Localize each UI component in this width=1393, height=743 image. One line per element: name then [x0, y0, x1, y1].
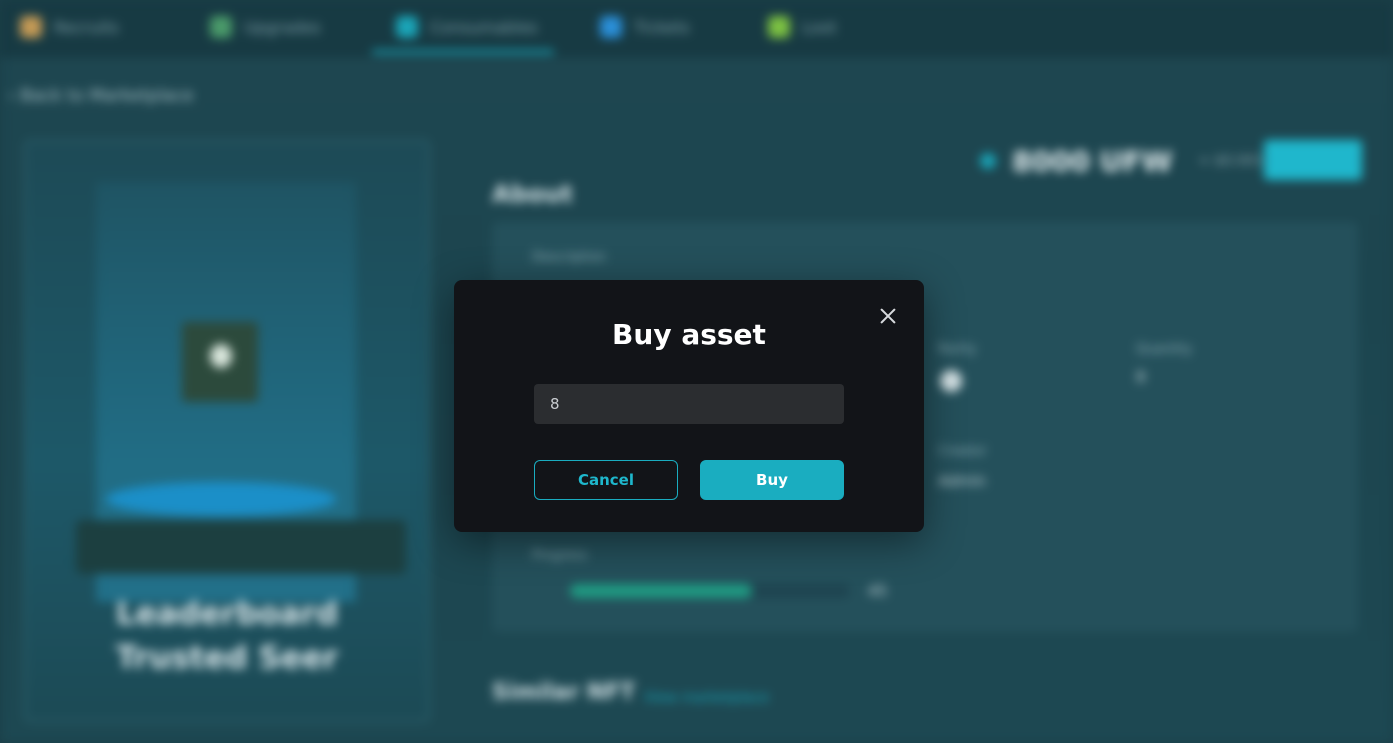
stat-value: Admin: [938, 472, 986, 490]
cancel-button[interactable]: Cancel: [534, 460, 678, 500]
stat-value: 8: [1136, 368, 1146, 386]
back-link[interactable]: ‹ Back to Marketplace: [8, 86, 194, 106]
nft-card: Leaderboard Trusted Seer: [24, 140, 430, 722]
nav-item-upgrades[interactable]: Upgrades: [210, 14, 321, 40]
similar-heading: Similar NFT: [492, 680, 636, 705]
nav-active-indicator: [372, 50, 554, 54]
price-row: 8000 UFW ≈ $0.0016: [980, 140, 1273, 182]
stat-label: Creator: [938, 444, 987, 459]
nav-item-consumables[interactable]: Consumables: [396, 14, 538, 40]
nav-item-recruits[interactable]: Recruits: [20, 14, 119, 40]
nft-title: Leaderboard Trusted Seer: [115, 596, 339, 676]
nav-item-label: Recruits: [54, 17, 119, 37]
stat-label: Rarity: [938, 342, 977, 357]
progress-bar-fill: [570, 584, 752, 598]
progress-bar: [570, 584, 850, 598]
progress-label: Progress: [532, 548, 588, 563]
potion-icon: [396, 16, 418, 38]
nft-image: [182, 322, 258, 402]
nav-item-loot[interactable]: Loot: [768, 14, 836, 40]
buy-now-button[interactable]: [1264, 140, 1362, 180]
about-heading: About: [492, 180, 573, 208]
buy-asset-modal: Buy asset Cancel Buy: [454, 280, 924, 532]
back-link-label: Back to Marketplace: [20, 86, 194, 106]
ticket-icon: [600, 16, 622, 38]
upgrade-icon: [210, 16, 232, 38]
nav-item-label: Upgrades: [244, 17, 321, 37]
nft-pedestal-disc: [106, 482, 336, 516]
loot-icon: [768, 16, 790, 38]
nav-item-tickets[interactable]: Tickets: [600, 14, 690, 40]
nav-item-label: Loot: [802, 17, 837, 37]
nav-item-label: Consumables: [430, 17, 538, 37]
helmet-icon: [20, 16, 42, 38]
progress-value: 45: [868, 582, 888, 600]
description-label: Description: [532, 250, 607, 265]
close-icon[interactable]: [876, 304, 900, 328]
top-navigation: Recruits Upgrades Consumables Tickets Lo…: [0, 0, 1393, 59]
buy-button[interactable]: Buy: [700, 460, 844, 500]
rarity-icon: [940, 370, 962, 392]
price-amount: 8000 UFW: [1012, 144, 1173, 178]
nav-item-label: Tickets: [634, 17, 690, 37]
amount-input[interactable]: [534, 384, 844, 424]
price-fiat: ≈ $0.0016: [1198, 153, 1273, 169]
modal-title: Buy asset: [612, 318, 766, 351]
stat-label: Quantity: [1136, 342, 1193, 357]
token-icon: [980, 153, 996, 169]
similar-link[interactable]: View marketplace: [644, 690, 769, 706]
nft-pedestal: [76, 520, 406, 574]
